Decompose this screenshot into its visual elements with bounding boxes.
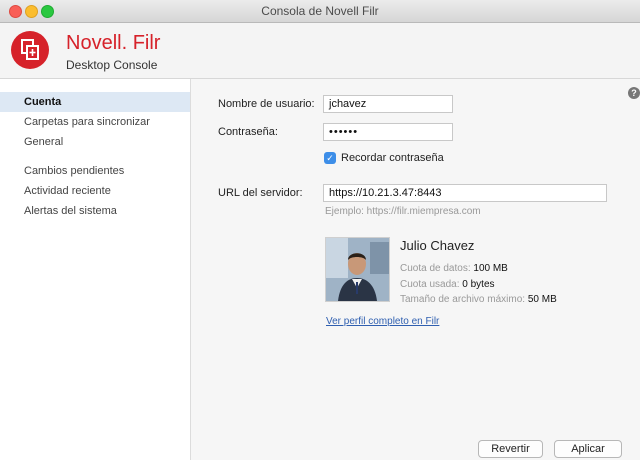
used-quota-value: 0 bytes [462, 279, 495, 290]
revert-button[interactable]: Revertir [478, 440, 543, 458]
username-field[interactable]: jchavez [323, 95, 453, 113]
password-field[interactable]: •••••• [323, 123, 453, 141]
help-icon[interactable]: ? [628, 87, 640, 99]
sidebar: Cuenta Carpetas para sincronizar General… [0, 79, 191, 460]
server-url-hint: Ejemplo: https://filr.miempresa.com [325, 206, 481, 217]
profile-name: Julio Chavez [400, 238, 475, 253]
data-quota-label: Cuota de datos: [400, 263, 471, 274]
sidebar-item-cuenta[interactable]: Cuenta [0, 92, 190, 112]
sidebar-item-general[interactable]: General [0, 132, 190, 152]
brand-name: Novell. Filr [66, 32, 161, 54]
view-full-profile-link[interactable]: Ver perfil completo en Filr [326, 316, 439, 327]
brand-subtitle: Desktop Console [66, 58, 158, 72]
filr-logo-icon [11, 31, 49, 69]
sidebar-item-actividad-reciente[interactable]: Actividad reciente [0, 181, 190, 201]
max-file-size-value: 50 MB [527, 294, 557, 305]
avatar [325, 237, 390, 302]
account-panel: ? Nombre de usuario: jchavez Contraseña:… [191, 79, 640, 460]
apply-button[interactable]: Aplicar [554, 440, 622, 458]
app-header: Novell. Filr Desktop Console [0, 23, 640, 79]
server-url-field[interactable]: https://10.21.3.47:8443 [323, 184, 607, 202]
sidebar-item-alertas[interactable]: Alertas del sistema [0, 201, 190, 221]
password-label: Contraseña: [218, 126, 278, 138]
server-url-label: URL del servidor: [218, 187, 303, 199]
username-label: Nombre de usuario: [218, 98, 315, 110]
user-photo-icon [326, 238, 389, 301]
remember-password-checkbox[interactable]: ✓ [324, 152, 336, 164]
sidebar-item-carpetas[interactable]: Carpetas para sincronizar [0, 112, 190, 132]
data-quota-value: 100 MB [473, 263, 508, 274]
title-bar: Consola de Novell Filr [0, 0, 640, 23]
remember-password-label[interactable]: Recordar contraseña [341, 152, 444, 164]
max-file-size-label: Tamaño de archivo máximo: [400, 294, 526, 305]
used-quota-label: Cuota usada: [400, 279, 460, 290]
sidebar-item-cambios-pendientes[interactable]: Cambios pendientes [0, 161, 190, 181]
window-title: Consola de Novell Filr [261, 4, 379, 18]
